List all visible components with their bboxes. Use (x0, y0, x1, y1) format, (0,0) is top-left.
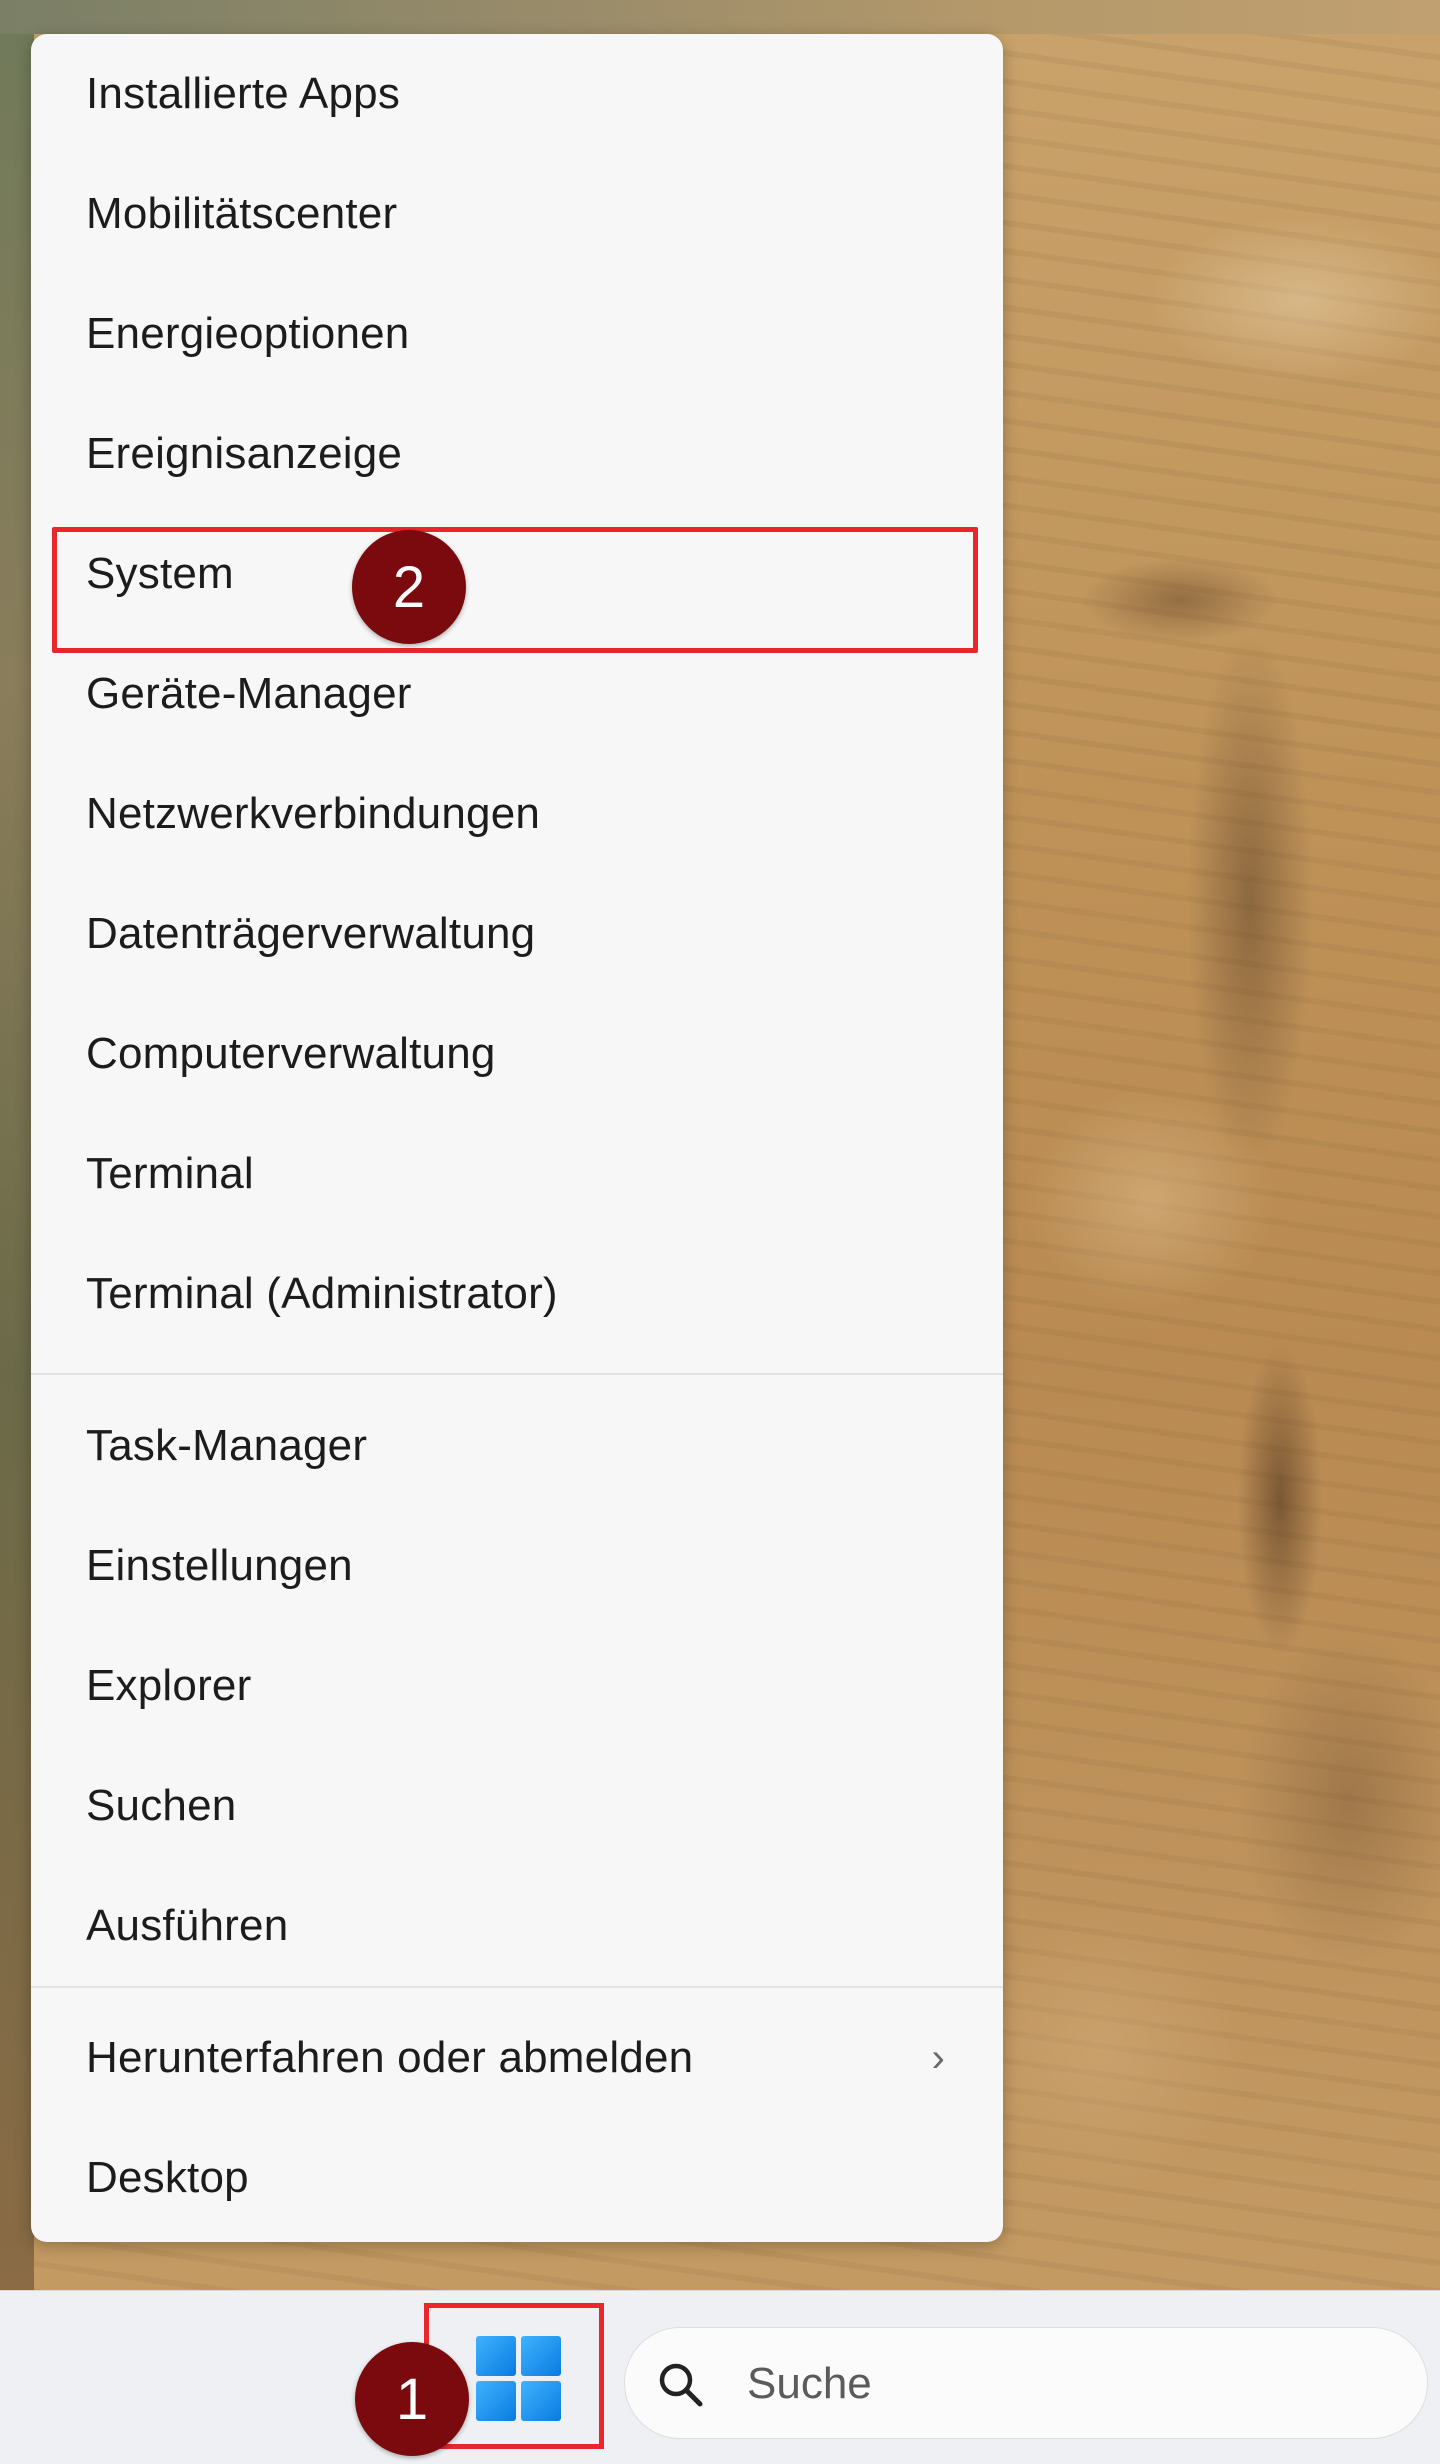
menu-separator (31, 1986, 1003, 1988)
menu-item-label: Installierte Apps (86, 69, 401, 118)
menu-item-mobility-center[interactable]: Mobilitätscenter (31, 154, 1003, 274)
menu-item-run[interactable]: Ausführen (31, 1866, 1003, 1986)
taskbar: Suche (0, 2290, 1440, 2464)
menu-item-label: Ausführen (86, 1901, 289, 1950)
desktop-wallpaper-top (0, 0, 1440, 34)
menu-item-computer-management[interactable]: Computerverwaltung (31, 994, 1003, 1114)
step-badge-2: 2 (352, 530, 466, 644)
menu-item-desktop[interactable]: Desktop (31, 2118, 1003, 2238)
menu-item-power-options[interactable]: Energieoptionen (31, 274, 1003, 394)
menu-item-label: Suchen (86, 1781, 237, 1830)
menu-item-label: Datenträgerverwaltung (86, 909, 536, 958)
menu-item-explorer[interactable]: Explorer (31, 1626, 1003, 1746)
menu-item-label: Ereignisanzeige (86, 429, 403, 478)
menu-item-label: Terminal (Administrator) (86, 1269, 558, 1318)
menu-item-label: Einstellungen (86, 1541, 353, 1590)
menu-item-label: Herunterfahren oder abmelden (86, 2033, 694, 2082)
chevron-right-icon: › (931, 2035, 945, 2080)
search-icon (659, 2363, 703, 2407)
menu-item-network-connections[interactable]: Netzwerkverbindungen (31, 754, 1003, 874)
menu-item-label: Geräte-Manager (86, 669, 412, 718)
menu-separator (31, 1373, 1003, 1375)
menu-item-shutdown-signout[interactable]: Herunterfahren oder abmelden › (31, 1998, 1003, 2118)
taskbar-search-box[interactable]: Suche (624, 2327, 1428, 2439)
menu-item-search[interactable]: Suchen (31, 1746, 1003, 1866)
desktop-wallpaper-edge (0, 0, 34, 2290)
menu-item-task-manager[interactable]: Task-Manager (31, 1386, 1003, 1506)
menu-item-label: Netzwerkverbindungen (86, 789, 541, 838)
menu-item-disk-management[interactable]: Datenträgerverwaltung (31, 874, 1003, 994)
menu-item-settings[interactable]: Einstellungen (31, 1506, 1003, 1626)
search-placeholder: Suche (747, 2359, 872, 2408)
menu-item-event-viewer[interactable]: Ereignisanzeige (31, 394, 1003, 514)
highlight-box-system (52, 527, 978, 653)
menu-item-label: Terminal (86, 1149, 254, 1198)
start-context-menu: Installierte Apps Mobilitätscenter Energ… (31, 34, 1003, 2242)
menu-item-label: Explorer (86, 1661, 252, 1710)
menu-item-terminal-admin[interactable]: Terminal (Administrator) (31, 1234, 1003, 1354)
menu-item-label: Task-Manager (86, 1421, 368, 1470)
menu-item-label: Computerverwaltung (86, 1029, 496, 1078)
menu-item-installed-apps[interactable]: Installierte Apps (31, 34, 1003, 154)
menu-item-label: Mobilitätscenter (86, 189, 398, 238)
menu-item-terminal[interactable]: Terminal (31, 1114, 1003, 1234)
step-badge-1: 1 (355, 2342, 469, 2456)
menu-item-label: Energieoptionen (86, 309, 410, 358)
menu-item-label: Desktop (86, 2153, 249, 2202)
